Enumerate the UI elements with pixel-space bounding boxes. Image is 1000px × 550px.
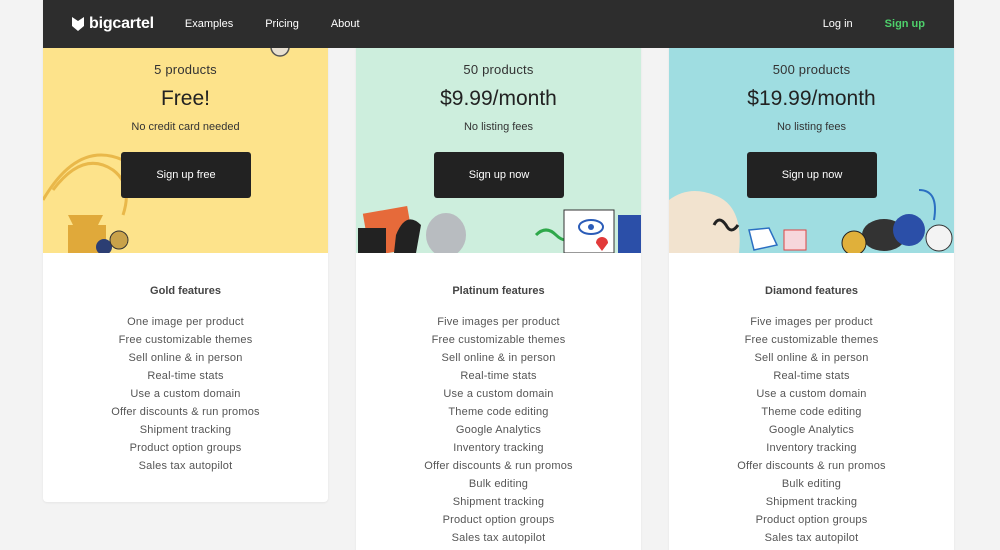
features-list: Five images per product Free customizabl…	[669, 313, 954, 547]
feature-item: Product option groups	[755, 514, 868, 526]
features-title: Platinum features	[452, 285, 545, 297]
sign-up-now-button[interactable]: Sign up now	[434, 152, 564, 198]
feature-item: Offer discounts & run promos	[111, 406, 260, 418]
feature-item: Theme code editing	[448, 406, 549, 418]
feature-item: Shipment tracking	[139, 424, 232, 436]
feature-item: Sales tax autopilot	[764, 532, 859, 544]
plan-card-platinum: 50 products $9.99/month No listing fees …	[356, 0, 641, 550]
bigcartel-logo[interactable]: bigcartel	[72, 15, 154, 33]
plan-card-diamond: 500 products $19.99/month No listing fee…	[669, 0, 954, 550]
login-link[interactable]: Log in	[823, 18, 853, 30]
feature-item: Product option groups	[442, 514, 555, 526]
feature-item: Bulk editing	[468, 478, 529, 490]
feature-item: Offer discounts & run promos	[424, 460, 573, 472]
plan-note: No listing fees	[776, 121, 847, 133]
feature-item: Free customizable themes	[118, 334, 253, 346]
feature-item: Google Analytics	[768, 424, 855, 436]
bigcartel-logo-icon	[72, 17, 84, 31]
feature-item: Five images per product	[750, 316, 873, 328]
features-title: Gold features	[150, 285, 221, 297]
feature-item: Real-time stats	[460, 370, 537, 382]
plan-price: Free!	[160, 87, 210, 110]
feature-item: Free customizable themes	[744, 334, 879, 346]
product-count: 500 products	[772, 62, 851, 77]
plan-price: $19.99/month	[747, 87, 876, 110]
feature-item: Free customizable themes	[431, 334, 566, 346]
nav-account: Log in Sign up	[823, 18, 925, 30]
nav-link-pricing[interactable]: Pricing	[265, 18, 299, 30]
feature-item: Use a custom domain	[756, 388, 867, 400]
features-list: Five images per product Free customizabl…	[356, 313, 641, 547]
feature-item: Use a custom domain	[130, 388, 241, 400]
features-title: Diamond features	[765, 285, 858, 297]
feature-item: Sell online & in person	[128, 352, 243, 364]
plan-card-gold: 5 products Free! No credit card needed S…	[43, 0, 328, 502]
feature-item: Sell online & in person	[441, 352, 556, 364]
feature-item: Offer discounts & run promos	[737, 460, 886, 472]
top-nav: bigcartel Examples Pricing About Log in …	[43, 0, 954, 48]
logo-text: bigcartel	[89, 15, 154, 32]
feature-item: Shipment tracking	[765, 496, 858, 508]
plan-note: No credit card needed	[131, 121, 240, 133]
feature-item: Sell online & in person	[754, 352, 869, 364]
product-count: 5 products	[154, 62, 217, 77]
features-list: One image per product Free customizable …	[43, 313, 328, 475]
nav-links: Examples Pricing About	[185, 18, 392, 30]
features-section: Gold features One image per product Free…	[43, 253, 328, 475]
feature-item: Real-time stats	[147, 370, 224, 382]
product-count: 50 products	[463, 62, 534, 77]
feature-item: Google Analytics	[455, 424, 542, 436]
feature-item: Five images per product	[437, 316, 560, 328]
feature-item: Theme code editing	[761, 406, 862, 418]
feature-item: Sales tax autopilot	[138, 460, 233, 472]
feature-item: Product option groups	[129, 442, 242, 454]
sign-up-now-button[interactable]: Sign up now	[747, 152, 877, 198]
feature-item: Use a custom domain	[443, 388, 554, 400]
feature-item: Sales tax autopilot	[451, 532, 546, 544]
feature-item: Shipment tracking	[452, 496, 545, 508]
feature-item: Inventory tracking	[766, 442, 857, 454]
nav-link-examples[interactable]: Examples	[185, 18, 233, 30]
feature-item: Real-time stats	[773, 370, 850, 382]
plan-note: No listing fees	[463, 121, 534, 133]
signup-link[interactable]: Sign up	[885, 18, 925, 30]
feature-item: One image per product	[127, 316, 244, 328]
plan-price: $9.99/month	[440, 87, 557, 110]
features-section: Diamond features Five images per product…	[669, 253, 954, 547]
feature-item: Inventory tracking	[453, 442, 544, 454]
nav-link-about[interactable]: About	[331, 18, 360, 30]
feature-item: Bulk editing	[781, 478, 842, 490]
features-section: Platinum features Five images per produc…	[356, 253, 641, 547]
sign-up-free-button[interactable]: Sign up free	[121, 152, 251, 198]
